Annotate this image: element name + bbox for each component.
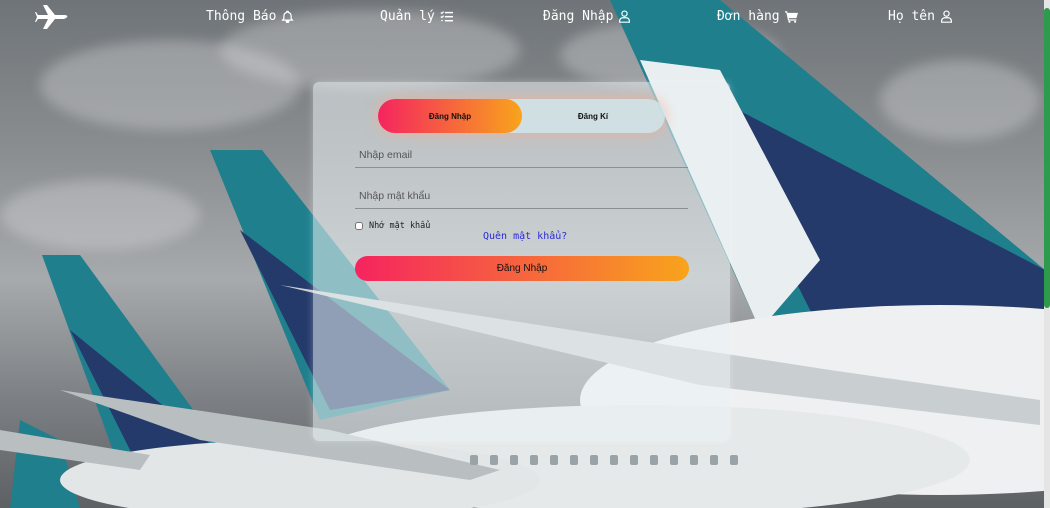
nav-management[interactable]: Quản lý [380, 9, 453, 24]
nav-login[interactable]: Đăng Nhập [543, 9, 631, 24]
scrollbar-thumb[interactable] [1044, 8, 1050, 308]
scrollbar[interactable] [1044, 0, 1050, 508]
nav-login-label: Đăng Nhập [543, 9, 614, 24]
nav-notifications-label: Thông Báo [206, 9, 277, 24]
nav-profile[interactable]: Họ tên [888, 9, 953, 24]
bell-icon [281, 10, 295, 23]
password-input[interactable] [355, 183, 688, 209]
nav-orders-label: Đơn hàng [717, 9, 780, 24]
login-submit-button[interactable]: Đăng Nhập [355, 256, 689, 281]
tab-login[interactable]: Đăng Nhập [378, 99, 522, 133]
auth-tab-switch: Đăng Nhập Đăng Kí [378, 99, 665, 133]
remember-checkbox[interactable] [355, 222, 363, 230]
email-input[interactable] [355, 142, 688, 168]
nav-notifications[interactable]: Thông Báo [206, 9, 295, 24]
nav-profile-label: Họ tên [888, 9, 935, 24]
cart-icon [784, 11, 798, 23]
user-icon [619, 10, 631, 23]
forgot-password-link[interactable]: Quên mật khẩu? [483, 231, 567, 242]
nav-management-label: Quản lý [380, 9, 435, 24]
remember-label: Nhớ mật khẩu [369, 221, 431, 231]
tab-register[interactable]: Đăng Kí [521, 99, 665, 133]
top-navbar: Thông Báo Quản lý Đăng Nhập Đơn hàng Họ … [0, 0, 1050, 36]
airplane-logo-icon[interactable] [35, 3, 69, 31]
user-icon [940, 10, 952, 23]
login-card: Đăng Nhập Đăng Kí Nhớ mật khẩu Quên mật … [313, 82, 730, 441]
tasks-icon [440, 11, 453, 22]
nav-orders[interactable]: Đơn hàng [717, 9, 798, 24]
remember-me[interactable]: Nhớ mật khẩu [355, 221, 430, 231]
